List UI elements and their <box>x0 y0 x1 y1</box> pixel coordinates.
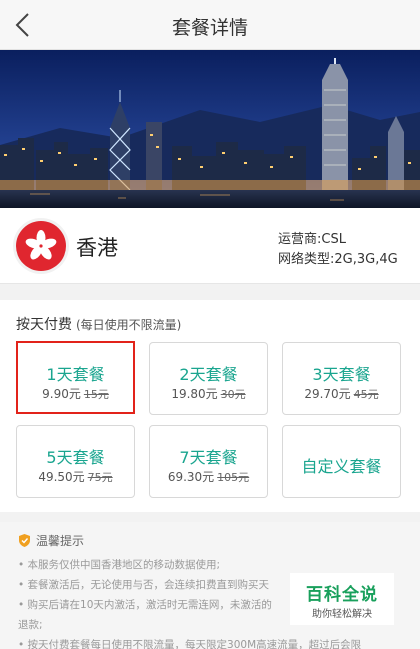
watermark-title: 百科全说 <box>306 585 378 605</box>
package-name: 7天套餐 <box>179 448 238 467</box>
watermark-logo: 百科全说 助你轻松解决 <box>290 573 394 625</box>
tips-title: 温馨提示 <box>36 534 85 548</box>
tip-line: • 购买后请在10天内激活，激活时无需连网，未激活的 <box>18 599 272 611</box>
navigation-bar: 套餐详情 <box>0 0 420 50</box>
package-sale-price: 19.80元 <box>171 387 218 401</box>
package-sale-price: 29.70元 <box>304 387 351 401</box>
package-price: 69.30元 105元 <box>150 468 267 485</box>
operator-label: 运营商: <box>278 232 322 247</box>
package-card-1-day[interactable]: 1天套餐 9.90元 15元 <box>16 341 135 414</box>
package-sale-price: 9.90元 <box>42 387 81 401</box>
package-heading-note: (每日使用不限流量) <box>76 318 182 332</box>
package-name: 1天套餐 <box>46 365 105 384</box>
package-card-2-day[interactable]: 2天套餐 19.80元 30元 <box>149 342 268 415</box>
page-title: 套餐详情 <box>171 17 248 39</box>
package-original-price: 15元 <box>83 388 109 401</box>
package-sale-price: 69.30元 <box>167 470 215 484</box>
tip-line: • 本服务仅供中国香港地区的移动数据使用; <box>18 559 221 571</box>
hong-kong-flag-icon <box>16 221 66 271</box>
operator-info: 运营商:CSL <box>278 228 346 247</box>
package-price: 49.50元 75元 <box>17 468 134 485</box>
region-info: 香港 运营商:CSL 网络类型:2G,3G,4G <box>0 208 420 284</box>
tip-line: • 按天付费套餐每日使用不限流量，每天限定300M高速流量，超过后会限 <box>18 639 362 649</box>
package-name: 2天套餐 <box>179 365 238 384</box>
watermark-subtitle: 助你轻松解决 <box>312 609 372 620</box>
package-original-price: 45元 <box>353 388 379 401</box>
network-type-info: 网络类型:2G,3G,4G <box>278 248 398 267</box>
package-original-price: 30元 <box>220 388 246 401</box>
package-original-price: 75元 <box>87 471 113 484</box>
package-price: 19.80元 30元 <box>150 385 267 402</box>
package-sale-price: 49.50元 <box>38 470 85 484</box>
package-heading: 按天付费 (每日使用不限流量) <box>16 314 181 334</box>
package-price: 29.70元 45元 <box>283 385 400 402</box>
package-card-custom[interactable]: 自定义套餐 <box>282 425 401 498</box>
tip-line-continued: 退款; <box>18 619 43 631</box>
tips-heading: 温馨提示 <box>18 532 84 549</box>
network-type-value: 2G,3G,4G <box>334 252 398 267</box>
shield-icon <box>19 534 30 547</box>
package-card-5-day[interactable]: 5天套餐 49.50元 75元 <box>16 425 135 498</box>
package-name: 5天套餐 <box>46 448 105 467</box>
package-card-7-day[interactable]: 7天套餐 69.30元 105元 <box>149 425 268 498</box>
package-original-price: 105元 <box>217 471 250 484</box>
operator-value: CSL <box>321 232 346 247</box>
package-section: 按天付费 (每日使用不限流量) 1天套餐 9.90元 15元 2天套餐 19.80元… <box>0 300 420 512</box>
tip-line: • 套餐激活后，无论使用与否，会连续扣费直到购买天 <box>18 579 270 591</box>
package-price: 9.90元 15元 <box>18 385 133 402</box>
package-heading-title: 按天付费 <box>16 317 72 333</box>
package-name: 3天套餐 <box>312 365 371 384</box>
hong-kong-skyline-banner <box>0 50 420 208</box>
package-card-3-day[interactable]: 3天套餐 29.70元 45元 <box>282 342 401 415</box>
region-name: 香港 <box>76 236 118 260</box>
network-type-label: 网络类型: <box>278 252 335 267</box>
package-name: 自定义套餐 <box>301 457 382 476</box>
